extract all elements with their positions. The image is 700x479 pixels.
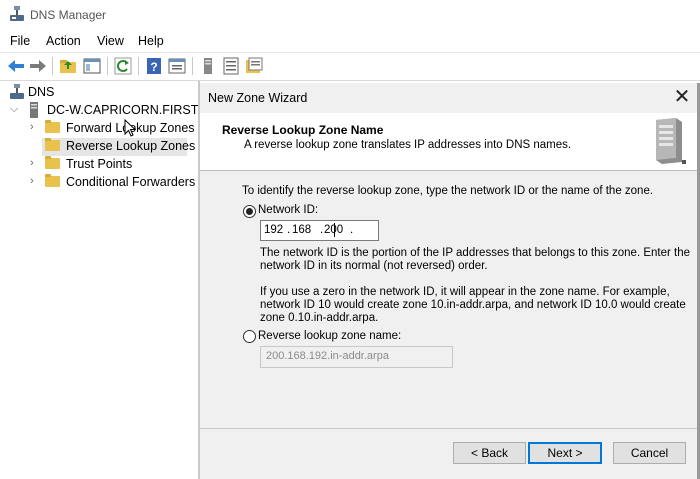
refresh-icon[interactable] <box>113 56 133 76</box>
menu-file[interactable]: File <box>10 34 30 48</box>
list-icon[interactable] <box>221 56 241 76</box>
footer-divider <box>200 428 700 429</box>
folder-icon <box>45 174 60 187</box>
text-caret <box>334 223 335 237</box>
close-icon[interactable]: ✕ <box>670 87 694 109</box>
tree-item-conditional-forwarders[interactable]: › Conditional Forwarders <box>0 174 198 192</box>
menu-view[interactable]: View <box>97 34 124 48</box>
network-id-label: Network ID: <box>258 204 319 216</box>
tree-label: Reverse Lookup Zones <box>66 139 196 153</box>
menu-help[interactable]: Help <box>138 34 164 48</box>
octet-separator: . <box>350 224 354 236</box>
title-bar: DNS Manager <box>0 0 700 30</box>
mouse-cursor-icon <box>124 119 136 137</box>
reverse-lookup-zone-name-label: Reverse lookup zone name: <box>258 330 402 342</box>
console-tree: DNS ⌵ DC-W.CAPRICORN.FIRST › Forward Loo… <box>0 81 198 479</box>
reverse-lookup-zone-name-input[interactable]: 200.168.192.in-addr.arpa <box>260 346 453 368</box>
chevron-down-icon[interactable]: ⌵ <box>10 103 18 116</box>
server-icon <box>30 102 38 118</box>
up-folder-icon[interactable] <box>58 56 78 76</box>
tree-item-server[interactable]: ⌵ DC-W.CAPRICORN.FIRST <box>0 102 198 120</box>
folder-list-icon[interactable] <box>244 56 264 76</box>
back-button[interactable]: < Back <box>453 442 526 464</box>
tree-label: Conditional Forwarders <box>66 175 196 189</box>
zero-note-line-1: If you use a zero in the network ID, it … <box>260 286 670 298</box>
reverse-lookup-zone-name-value: 200.168.192.in-addr.arpa <box>266 350 389 362</box>
tree-item-reverse-lookup-zones[interactable]: Reverse Lookup Zones <box>42 138 195 156</box>
folder-icon <box>45 138 60 151</box>
reverse-lookup-zone-name-radio[interactable] <box>243 330 256 343</box>
chevron-right-icon[interactable]: › <box>30 175 34 187</box>
zero-note-line-2: network ID 10 would create zone 10.in-ad… <box>260 299 686 311</box>
wizard-page-subtitle: A reverse lookup zone translates IP addr… <box>244 139 572 151</box>
menu-bar: File Action View Help <box>0 30 700 53</box>
new-zone-wizard-dialog: New Zone Wizard ✕ Reverse Lookup Zone Na… <box>200 83 700 479</box>
server-icon[interactable] <box>198 56 218 76</box>
toolbar: ? <box>0 53 700 81</box>
menu-action[interactable]: Action <box>46 34 81 48</box>
tree-label: DNS <box>28 85 55 99</box>
network-id-input[interactable]: 192 . 168 . 200 . <box>260 220 379 241</box>
tree-item-trust-points[interactable]: › Trust Points <box>0 156 198 174</box>
folder-icon <box>45 120 60 133</box>
server-tower-icon <box>656 118 686 164</box>
next-button[interactable]: Next > <box>528 442 602 464</box>
cancel-button[interactable]: Cancel <box>613 442 686 464</box>
properties-icon[interactable] <box>167 56 187 76</box>
show-hide-console-tree-icon[interactable] <box>82 56 102 76</box>
wizard-page-title: Reverse Lookup Zone Name <box>222 123 384 137</box>
tree-item-dns[interactable]: DNS <box>0 84 198 102</box>
folder-icon <box>45 156 60 169</box>
dns-icon <box>10 84 24 99</box>
tree-label: Trust Points <box>66 157 133 171</box>
octet-separator: . <box>320 224 324 236</box>
network-id-octet-2: 168 <box>292 224 312 236</box>
network-id-radio[interactable] <box>243 205 256 218</box>
toolbar-separator <box>192 57 193 75</box>
network-id-explanation-line-1: The network ID is the portion of the IP … <box>260 247 691 259</box>
zero-note-line-3: zone 0.10.in-addr.arpa. <box>260 312 379 324</box>
chevron-right-icon[interactable]: › <box>30 121 34 133</box>
tree-label: DC-W.CAPRICORN.FIRST <box>47 103 199 117</box>
chevron-right-icon[interactable]: › <box>30 157 34 169</box>
window-title: DNS Manager <box>30 8 107 22</box>
back-icon[interactable] <box>6 56 26 76</box>
toolbar-separator <box>107 57 108 75</box>
toolbar-separator <box>138 57 139 75</box>
svg-text:?: ? <box>150 60 157 74</box>
help-icon[interactable]: ? <box>144 56 164 76</box>
toolbar-separator <box>52 57 53 75</box>
octet-separator: . <box>287 224 291 236</box>
dialog-title: New Zone Wizard <box>208 91 308 105</box>
forward-icon[interactable] <box>28 56 48 76</box>
tree-item-forward-lookup-zones[interactable]: › Forward Lookup Zones <box>0 120 198 138</box>
instruction-text: To identify the reverse lookup zone, typ… <box>242 185 654 197</box>
network-id-octet-1: 192 <box>264 224 284 236</box>
dns-manager-app-icon <box>10 6 24 21</box>
network-id-explanation-line-2: network ID in its normal (not reversed) … <box>260 260 488 272</box>
wizard-header: Reverse Lookup Zone Name A reverse looku… <box>200 113 700 171</box>
